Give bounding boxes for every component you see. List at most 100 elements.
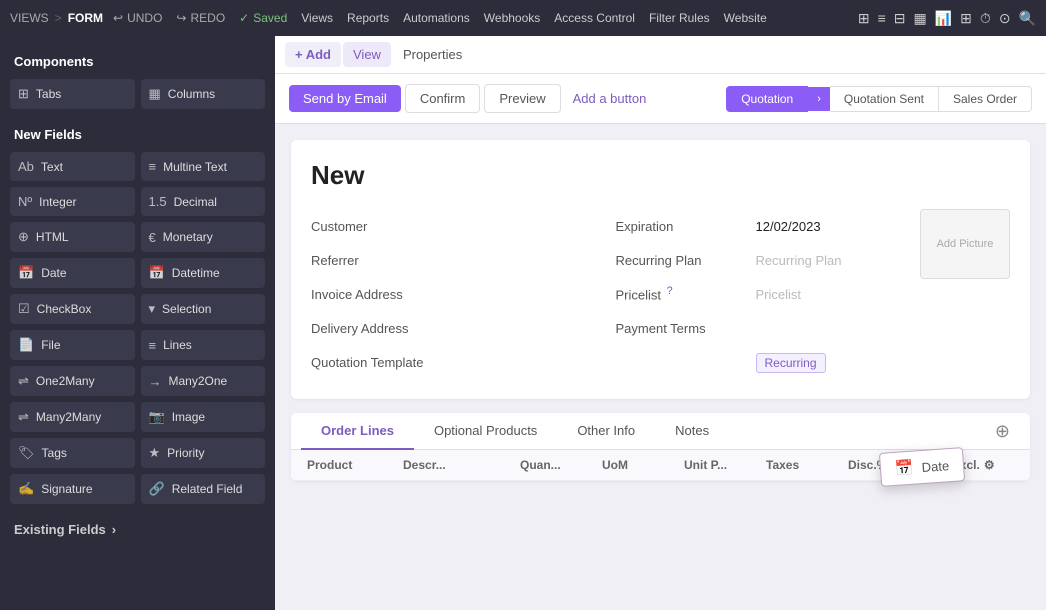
confirm-button[interactable]: Confirm [405, 84, 481, 113]
chevron-right-icon: › [112, 522, 116, 537]
nav-right-icons: ⊞ ≡ ⊟ ▦ 📊 ⊞ ⏱ ⊙ 🔍 [858, 10, 1036, 27]
icon2[interactable]: ≡ [878, 10, 886, 26]
tab-add-button[interactable]: ⊕ [985, 415, 1020, 448]
sidebar-item-html[interactable]: ⊕ HTML [10, 222, 135, 252]
reports-nav-link[interactable]: Reports [347, 11, 389, 25]
selection-label: Selection [162, 302, 211, 316]
form-title: New [311, 160, 1010, 191]
filter-rules-nav-link[interactable]: Filter Rules [649, 11, 710, 25]
icon7[interactable]: ⏱ [980, 10, 991, 27]
status-quotation[interactable]: Quotation [726, 86, 808, 112]
new-fields-title: New Fields [0, 119, 275, 148]
search-icon[interactable]: 🔍 [1019, 10, 1036, 27]
sidebar-item-monetary[interactable]: € Monetary [141, 222, 266, 252]
sidebar-item-tabs[interactable]: ⊞ Tabs [10, 79, 135, 109]
icon5[interactable]: 📊 [935, 10, 952, 27]
html-icon: ⊕ [18, 229, 29, 245]
columns-label: Columns [168, 87, 215, 101]
col-product: Product [301, 458, 397, 472]
status-quotation-sent[interactable]: Quotation Sent [830, 86, 939, 112]
checkbox-icon: ☑ [18, 301, 30, 317]
tab-order-lines[interactable]: Order Lines [301, 413, 414, 450]
icon1[interactable]: ⊞ [858, 10, 870, 27]
tab-optional-products[interactable]: Optional Products [414, 413, 557, 450]
dragging-date-widget[interactable]: 📅 Date [879, 447, 965, 487]
quotation-template-label: Quotation Template [311, 355, 451, 370]
sidebar: Components ⊞ Tabs ▦ Columns New Fields A… [0, 36, 275, 610]
tags-icon: 🏷 [18, 445, 35, 461]
views-link[interactable]: VIEWS [10, 11, 49, 25]
existing-fields-label: Existing Fields [14, 522, 106, 537]
action-toolbar: Send by Email Confirm Preview Add a butt… [275, 74, 1046, 124]
website-nav-link[interactable]: Website [724, 11, 767, 25]
sidebar-item-many2one[interactable]: → Many2One [141, 366, 266, 396]
icon6[interactable]: ⊞ [960, 10, 972, 27]
signature-label: Signature [41, 482, 92, 496]
components-grid: ⊞ Tabs ▦ Columns [0, 75, 275, 119]
undo-button[interactable]: ↩ UNDO [113, 11, 162, 25]
pricelist-help-icon[interactable]: ? [667, 285, 673, 297]
icon4[interactable]: ▦ [914, 10, 927, 27]
tab-other-info[interactable]: Other Info [557, 413, 655, 450]
sidebar-item-text[interactable]: Ab Text [10, 152, 135, 181]
add-button[interactable]: + Add [285, 42, 341, 67]
existing-fields-section[interactable]: Existing Fields › [0, 514, 275, 545]
delivery-address-field-row: Delivery Address [311, 311, 596, 345]
add-a-button-button[interactable]: Add a button [565, 85, 655, 112]
delivery-address-label: Delivery Address [311, 321, 451, 336]
status-sales-order[interactable]: Sales Order [939, 86, 1032, 112]
pricelist-value[interactable]: Pricelist [756, 287, 901, 302]
icon3[interactable]: ⊟ [894, 10, 906, 27]
views-nav-link[interactable]: Views [301, 11, 333, 25]
properties-button[interactable]: Properties [393, 42, 472, 67]
multiline-label: Multine Text [163, 160, 227, 174]
sidebar-item-selection[interactable]: ▾ Selection [141, 294, 266, 324]
view-button[interactable]: View [343, 42, 391, 67]
sidebar-item-multiline-text[interactable]: ≡ Multine Text [141, 152, 266, 181]
sidebar-item-signature[interactable]: ✍ Signature [10, 474, 135, 504]
sidebar-item-datetime[interactable]: 📅 Datetime [141, 258, 266, 288]
sidebar-item-file[interactable]: 📄 File [10, 330, 135, 360]
sidebar-item-decimal[interactable]: 1.5 Decimal [141, 187, 266, 216]
sidebar-item-checkbox[interactable]: ☑ CheckBox [10, 294, 135, 324]
expiration-value[interactable]: 12/02/2023 [756, 219, 901, 234]
date-label: Date [41, 266, 66, 280]
sidebar-item-image[interactable]: 📷 Image [141, 402, 266, 432]
automations-nav-link[interactable]: Automations [403, 11, 470, 25]
sidebar-item-priority[interactable]: ★ Priority [141, 438, 266, 468]
sidebar-item-tags[interactable]: 🏷 Tags [10, 438, 135, 468]
text-icon: Ab [18, 159, 34, 174]
related-field-icon: 🔗 [149, 481, 165, 497]
sidebar-item-integer[interactable]: Nº Integer [10, 187, 135, 216]
status-bar: Quotation › Quotation Sent Sales Order [726, 86, 1032, 112]
one2many-label: One2Many [36, 374, 95, 388]
checkbox-label: CheckBox [37, 302, 92, 316]
sidebar-item-one2many[interactable]: ⇌ One2Many [10, 366, 135, 396]
sidebar-item-date[interactable]: 📅 Date [10, 258, 135, 288]
recurring-plan-value[interactable]: Recurring Plan [756, 253, 901, 268]
send-by-email-button[interactable]: Send by Email [289, 85, 401, 112]
sidebar-item-many2many[interactable]: ⇌ Many2Many [10, 402, 135, 432]
preview-button[interactable]: Preview [484, 84, 560, 113]
image-icon: 📷 [149, 409, 165, 425]
col-description: Descr... [397, 458, 514, 472]
add-picture-button[interactable]: Add Picture [920, 209, 1010, 279]
webhooks-nav-link[interactable]: Webhooks [484, 11, 540, 25]
sidebar-item-lines[interactable]: ≡ Lines [141, 330, 266, 360]
sidebar-item-columns[interactable]: ▦ Columns [141, 79, 266, 109]
redo-button[interactable]: ↪ REDO [176, 11, 225, 25]
many2one-icon: → [149, 374, 162, 389]
dragging-date-label: Date [921, 458, 949, 475]
decimal-icon: 1.5 [149, 194, 167, 209]
tab-notes[interactable]: Notes [655, 413, 729, 450]
calendar-icon: 📅 [894, 459, 914, 478]
icon8[interactable]: ⊙ [999, 10, 1011, 27]
monetary-icon: € [149, 230, 156, 245]
components-title: Components [0, 46, 275, 75]
access-control-nav-link[interactable]: Access Control [554, 11, 635, 25]
signature-icon: ✍ [18, 481, 34, 497]
selection-icon: ▾ [149, 301, 156, 317]
col-settings-icon[interactable]: ⚙ [984, 458, 995, 472]
sidebar-item-related-field[interactable]: 🔗 Related Field [141, 474, 266, 504]
referrer-field-row: Referrer [311, 243, 596, 277]
